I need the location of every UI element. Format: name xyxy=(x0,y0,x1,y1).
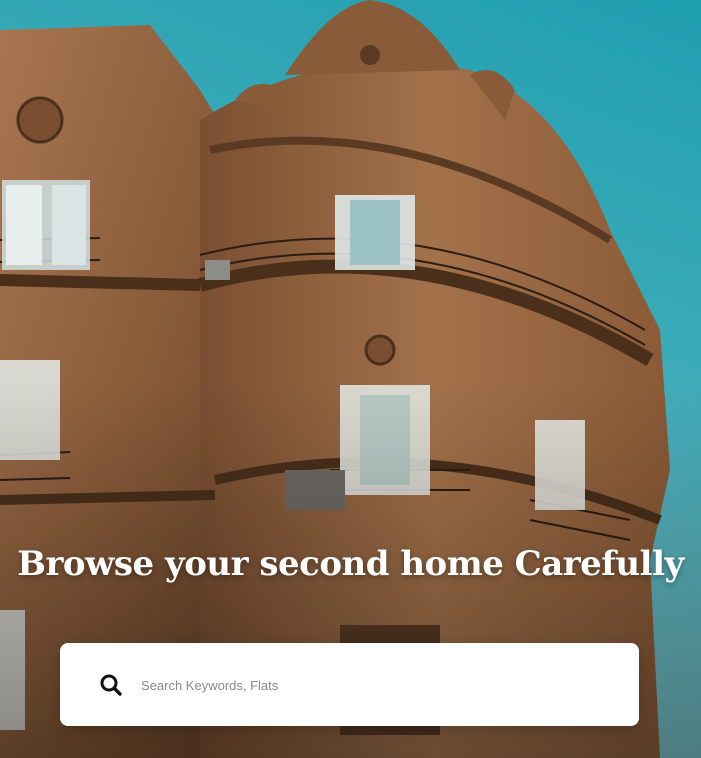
hero-title: Browse your second home Carefully xyxy=(17,544,684,584)
hero-section: Browse your second home Carefully xyxy=(0,0,701,758)
search-bar[interactable] xyxy=(60,643,639,726)
search-icon[interactable] xyxy=(99,673,123,697)
search-input[interactable] xyxy=(141,669,611,701)
